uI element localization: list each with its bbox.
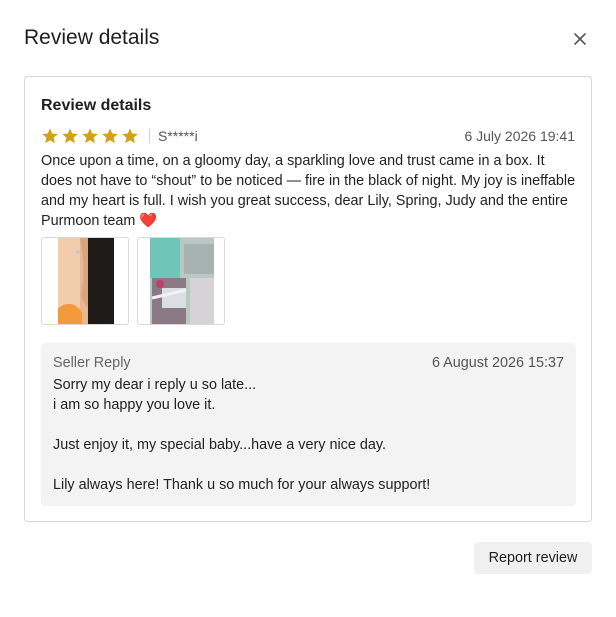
review-card: Review details S*****i 6 July 2026 19:41…: [24, 76, 592, 522]
seller-reply-line: Lily always here! Thank u so much for yo…: [53, 477, 431, 493]
review-text-block: Once upon a time, on a gloomy day, a spa…: [41, 151, 577, 231]
seller-reply-label: Seller Reply: [53, 355, 131, 371]
seller-reply-line: [53, 455, 563, 475]
star-icon: [42, 128, 58, 144]
seller-reply-line: Just enjoy it, my special baby...have a …: [53, 437, 387, 453]
seller-reply-line: Sorry my dear i reply u so late...: [53, 377, 257, 393]
star-icon: [122, 128, 138, 144]
review-heading: Review details: [41, 97, 152, 114]
review-photo-package[interactable]: [137, 237, 225, 325]
modal-title: Review details: [24, 26, 160, 49]
heart-emoji-icon: ❤️: [139, 213, 158, 229]
seller-reply-date: 6 August 2026 15:37: [431, 355, 564, 371]
review-text: Once upon a time, on a gloomy day, a spa…: [41, 153, 576, 229]
star-icon: [62, 128, 78, 144]
reviewer-name: S*****i: [158, 128, 198, 144]
star-icon: [102, 128, 118, 144]
report-review-button[interactable]: Report review: [474, 542, 592, 574]
seller-reply-line: [53, 415, 563, 435]
rating-row: S*****i: [41, 127, 198, 145]
close-icon: [574, 33, 586, 45]
close-button[interactable]: [568, 27, 592, 51]
star-icon: [82, 128, 98, 144]
seller-reply-box: Seller Reply 6 August 2026 15:37 Sorry m…: [41, 343, 576, 506]
review-photo-earring[interactable]: [41, 237, 129, 325]
earring-photo-image: [58, 238, 114, 324]
review-date: 6 July 2026 19:41: [464, 128, 575, 144]
seller-reply-text: Sorry my dear i reply u so late... i am …: [53, 375, 563, 495]
divider: [149, 129, 150, 143]
package-photo-image: [150, 238, 214, 324]
seller-reply-line: i am so happy you love it.: [53, 397, 216, 413]
star-rating: [41, 127, 141, 145]
